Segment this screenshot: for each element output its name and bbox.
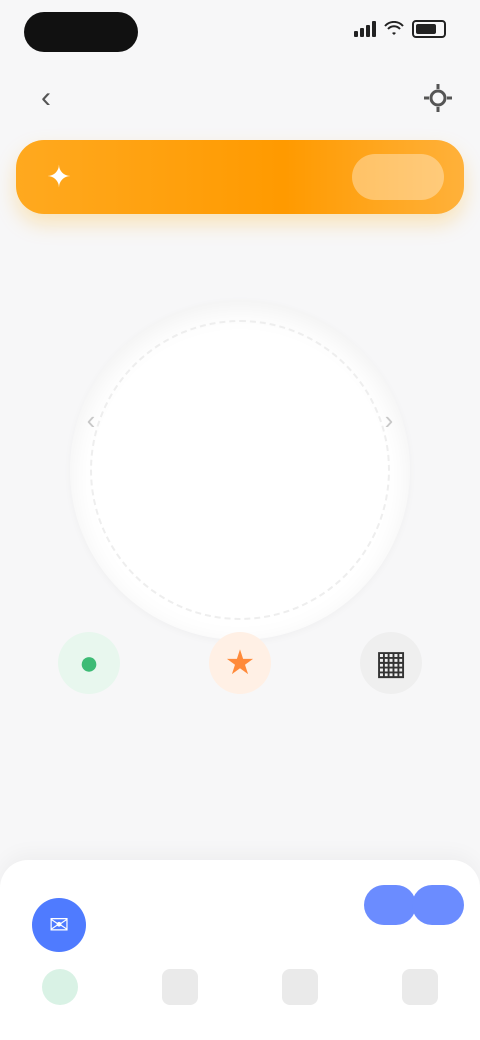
assistant-action-button-2[interactable] <box>412 885 464 925</box>
flame-icon: ✦ <box>46 160 72 194</box>
score-ring <box>70 300 410 640</box>
action-item-1[interactable]: ★ <box>175 632 305 782</box>
grid-icon: ▦ <box>360 632 422 694</box>
battery-icon <box>412 20 446 38</box>
home-icon <box>42 969 78 1005</box>
back-button[interactable]: ‹ <box>28 80 64 116</box>
action-item-0[interactable]: ● <box>24 632 154 782</box>
wifi-icon <box>384 21 404 35</box>
quick-actions: ● ★ ▦ <box>24 632 456 782</box>
status-time <box>24 12 138 52</box>
tab-home[interactable] <box>20 969 100 1011</box>
star-icon: ★ <box>209 632 271 694</box>
chart-icon <box>162 969 198 1005</box>
chevron-right-icon: › <box>384 404 394 435</box>
map-icon <box>282 969 318 1005</box>
tab-bar <box>0 950 480 1030</box>
status-bar <box>0 0 480 64</box>
previous-arrow-button[interactable]: ‹ <box>76 405 106 435</box>
leaf-icon: ● <box>58 632 120 694</box>
gear-icon <box>424 84 452 112</box>
settings-button[interactable] <box>420 80 456 116</box>
assistant-action-button-1[interactable] <box>364 885 416 925</box>
status-icons <box>354 20 446 38</box>
next-arrow-button[interactable]: › <box>374 405 404 435</box>
chevron-left-icon: ‹ <box>41 81 51 114</box>
assistant-avatar[interactable]: ✉ <box>32 898 86 952</box>
tab-profile[interactable] <box>380 969 460 1011</box>
signal-icon <box>354 21 376 37</box>
banner-action-button[interactable] <box>352 154 444 200</box>
tab-stats[interactable] <box>140 969 220 1011</box>
chat-icon: ✉ <box>48 911 70 939</box>
user-icon <box>402 969 438 1005</box>
tab-map[interactable] <box>260 969 340 1011</box>
top-nav: ‹ <box>0 66 480 126</box>
action-item-2[interactable]: ▦ <box>326 632 456 782</box>
chevron-left-icon: ‹ <box>86 404 96 435</box>
promo-banner[interactable]: ✦ <box>16 140 464 214</box>
